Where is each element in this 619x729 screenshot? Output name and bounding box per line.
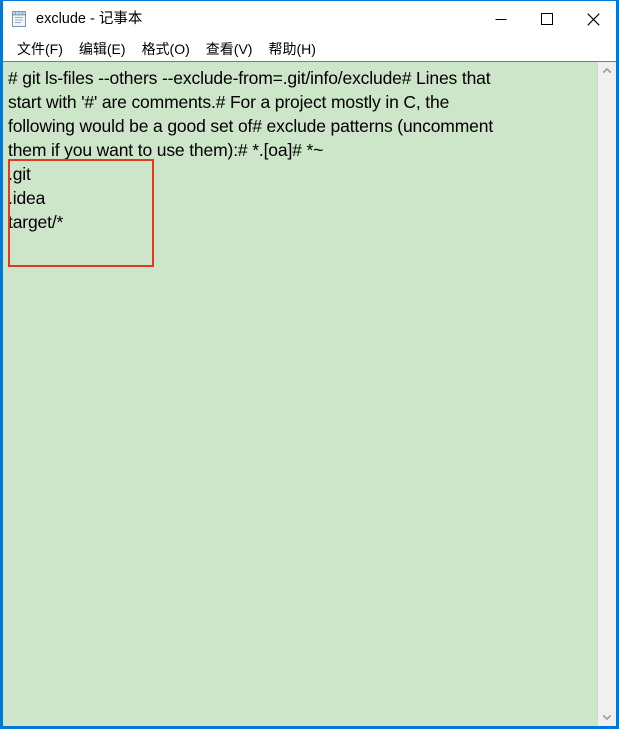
vertical-scrollbar[interactable] (597, 62, 616, 726)
scrollbar-track[interactable] (598, 80, 616, 708)
minimize-button[interactable] (478, 1, 524, 37)
menu-bar: 文件(F) 编辑(E) 格式(O) 查看(V) 帮助(H) (3, 37, 616, 61)
chevron-down-icon (602, 713, 612, 721)
text-line: # git ls-files --others --exclude-from=.… (8, 68, 491, 88)
menu-view[interactable]: 查看(V) (198, 40, 261, 59)
scroll-up-button[interactable] (598, 62, 616, 80)
window-title: exclude - 记事本 (36, 10, 143, 27)
menu-edit[interactable]: 编辑(E) (71, 40, 134, 59)
close-button[interactable] (570, 1, 616, 37)
editor-area: # git ls-files --others --exclude-from=.… (3, 61, 616, 726)
text-line: start with '#' are comments.# For a proj… (8, 92, 450, 112)
pattern-line-target: target/* (8, 212, 64, 232)
chevron-up-icon (602, 67, 612, 75)
menu-help[interactable]: 帮助(H) (260, 40, 323, 59)
text-editor[interactable]: # git ls-files --others --exclude-from=.… (3, 62, 597, 726)
maximize-icon (541, 13, 553, 25)
pattern-line-idea: .idea (8, 188, 46, 208)
window-controls (478, 1, 616, 37)
notepad-window: exclude - 记事本 文件(F) 编辑(E) 格式(O) 查看(V) 帮助… (0, 0, 619, 729)
title-bar[interactable]: exclude - 记事本 (3, 0, 616, 37)
text-line: following would be a good set of# exclud… (8, 116, 494, 136)
menu-format[interactable]: 格式(O) (134, 40, 198, 59)
scroll-down-button[interactable] (598, 708, 616, 726)
text-line: them if you want to use them):# *.[oa]# … (8, 140, 324, 160)
menu-file[interactable]: 文件(F) (9, 40, 71, 59)
maximize-button[interactable] (524, 1, 570, 37)
notepad-icon (10, 10, 28, 28)
pattern-line-git: .git (8, 164, 31, 184)
title-bar-left: exclude - 记事本 (3, 10, 142, 28)
close-icon (586, 12, 600, 26)
minimize-icon (495, 13, 507, 25)
